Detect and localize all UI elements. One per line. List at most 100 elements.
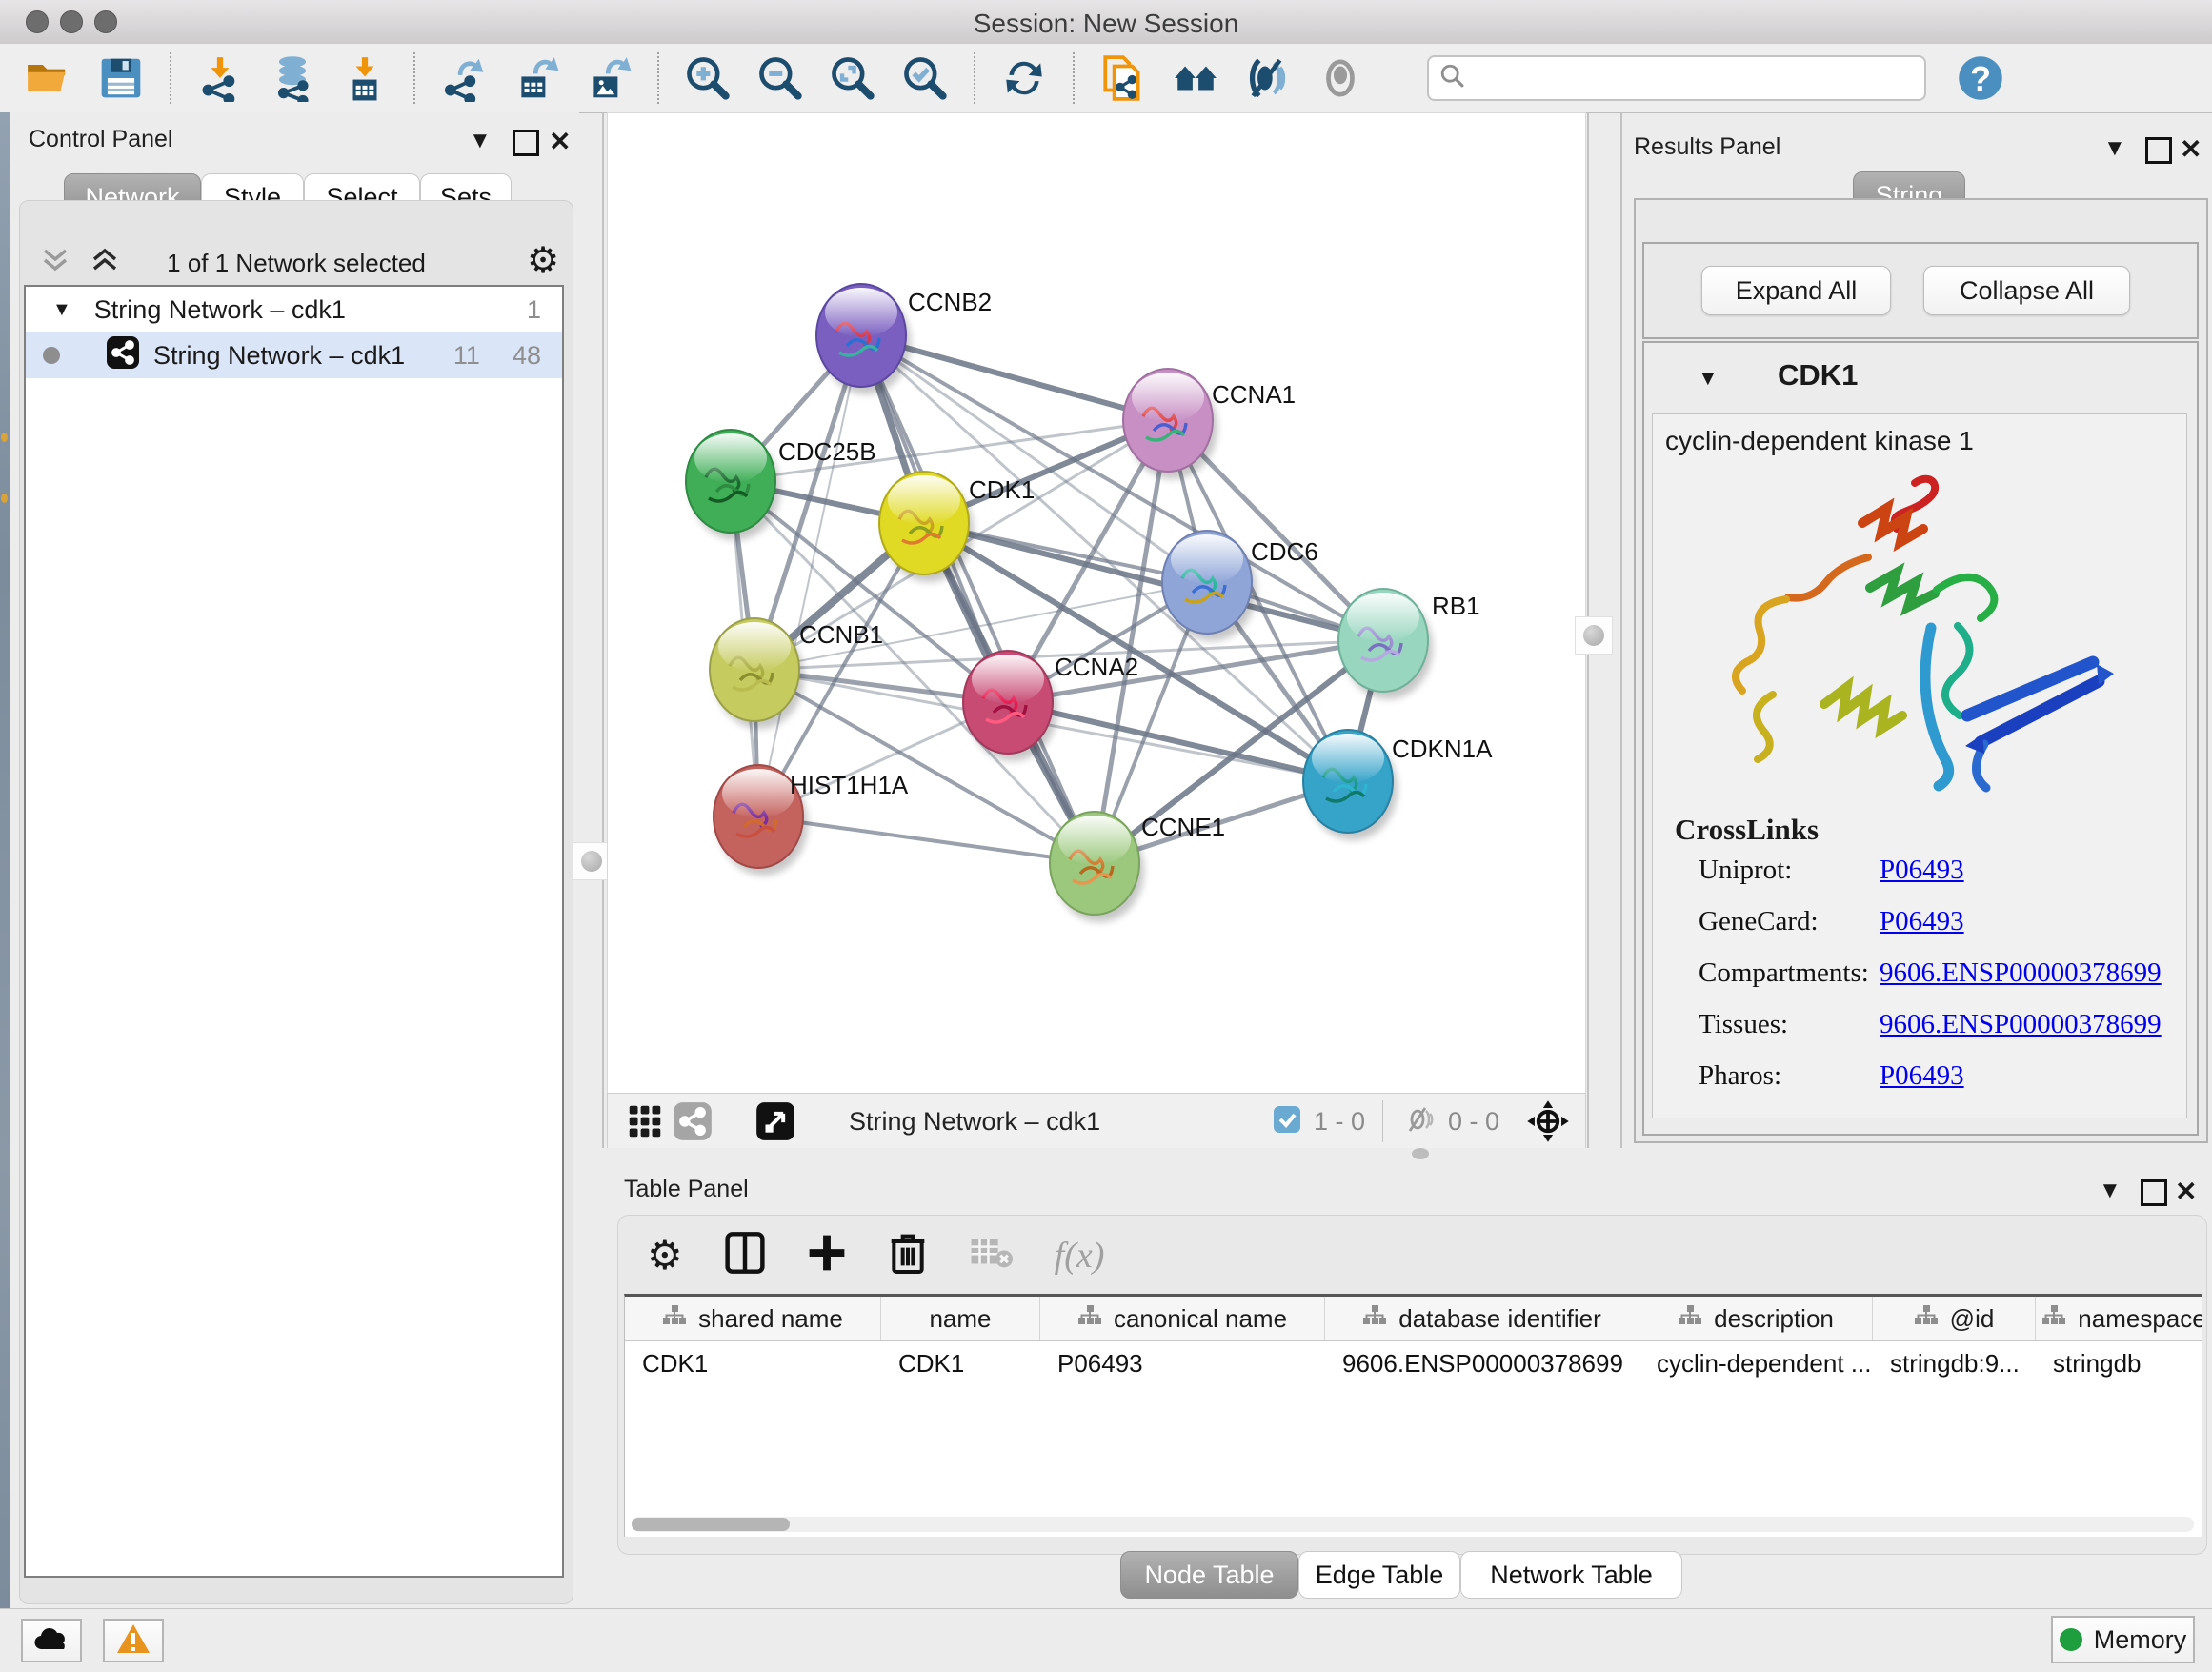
birdseye-view-icon[interactable] — [752, 1098, 799, 1145]
maximize-panel-icon[interactable] — [2141, 1179, 2167, 1206]
node-table[interactable]: shared namenamecanonical namedatabase id… — [624, 1294, 2202, 1537]
node-CDKN1A[interactable] — [1303, 730, 1398, 840]
column-header-database-identifier[interactable]: database identifier — [1325, 1297, 1639, 1340]
table-row[interactable]: CDK1CDK1P064939606.ENSP00000378699cyclin… — [625, 1341, 2202, 1385]
table-horizontal-scrollbar[interactable] — [632, 1517, 2194, 1532]
table-export-icon — [513, 54, 560, 102]
edge-CCNB2-HIST1H1A[interactable] — [758, 335, 861, 816]
network-panel-gear-icon[interactable]: ⚙ — [527, 239, 559, 281]
network-row[interactable]: String Network – cdk1 11 48 — [26, 332, 562, 378]
table-gear-icon[interactable]: ⚙ — [647, 1232, 683, 1279]
node-CDK1[interactable] — [879, 472, 974, 582]
h-splitter-handle[interactable] — [1412, 1148, 1429, 1159]
network-canvas[interactable]: CCNB2CCNA1CDC25BCDK1CDC6RB1CCNB1CCNA2CDK… — [607, 112, 1586, 1095]
network-collection-row[interactable]: ▼ String Network – cdk1 1 — [26, 287, 562, 332]
close-panel-icon[interactable]: ✕ — [2180, 133, 2202, 165]
left-splitter-handle[interactable] — [573, 842, 611, 880]
search-input[interactable] — [1467, 63, 1890, 94]
save-session-button[interactable] — [97, 54, 145, 102]
crosslink-link[interactable]: 9606.ENSP00000378699 — [1880, 1009, 2162, 1040]
hide-selected-button[interactable] — [1244, 54, 1292, 102]
column-header-shared-name[interactable]: shared name — [625, 1297, 881, 1340]
background-window-sliver — [0, 112, 10, 1608]
float-panel-icon[interactable]: ▼ — [469, 128, 492, 154]
cloud-status-button[interactable] — [21, 1619, 82, 1662]
node-CCNA2[interactable] — [963, 651, 1057, 761]
network-share-icon[interactable] — [669, 1098, 716, 1145]
network-view-toolbar: String Network – cdk1 1 - 0 0 - 0 — [607, 1093, 1586, 1150]
tab-network-table[interactable]: Network Table — [1460, 1551, 1682, 1599]
table-cell[interactable]: cyclin-dependent ... — [1639, 1341, 1873, 1385]
zoom-selected-button[interactable] — [901, 54, 949, 102]
zoom-in-button[interactable] — [684, 54, 732, 102]
node-CCNB2[interactable] — [816, 284, 911, 394]
crosslink-link[interactable]: 9606.ENSP00000378699 — [1880, 957, 2162, 989]
warning-status-button[interactable] — [103, 1619, 164, 1662]
scrollbar-thumb[interactable] — [632, 1518, 790, 1531]
grid-view-icon[interactable] — [621, 1098, 669, 1145]
column-header-name[interactable]: name — [881, 1297, 1040, 1340]
node-CCNA1[interactable] — [1123, 369, 1217, 479]
show-all-button[interactable] — [1317, 54, 1364, 102]
control-panel-title: Control Panel — [29, 126, 172, 153]
refresh-button[interactable] — [1000, 54, 1048, 102]
import-network-file-button[interactable] — [196, 54, 244, 102]
column-header-canonical-name[interactable]: canonical name — [1040, 1297, 1325, 1340]
search-field[interactable] — [1427, 55, 1926, 101]
table-cell[interactable]: CDK1 — [881, 1341, 1040, 1385]
node-label-CCNA2: CCNA2 — [1055, 653, 1138, 681]
export-image-button[interactable] — [585, 54, 633, 102]
close-panel-icon[interactable]: ✕ — [549, 126, 571, 157]
import-network-database-button[interactable] — [269, 54, 316, 102]
memory-button[interactable]: Memory — [2051, 1616, 2195, 1663]
delete-column-icon[interactable] — [889, 1231, 927, 1279]
table-cell[interactable]: stringdb — [2036, 1341, 2202, 1385]
network-label: String Network – cdk1 — [153, 341, 405, 371]
open-session-button[interactable] — [25, 54, 72, 102]
maximize-panel-icon[interactable] — [513, 130, 539, 156]
selected-checkbox-icon — [1272, 1104, 1302, 1139]
expand-collapse-arrow-icon[interactable]: ▼ — [52, 299, 71, 321]
edge-CCNA2-CDKN1A[interactable] — [1008, 702, 1348, 781]
import-table-button[interactable] — [341, 54, 389, 102]
export-network-button[interactable] — [440, 54, 488, 102]
float-panel-icon[interactable]: ▼ — [2099, 1178, 2122, 1204]
title-bar: Session: New Session — [0, 0, 2212, 45]
section-collapse-arrow-icon[interactable]: ▼ — [1698, 366, 1719, 391]
table-cell[interactable]: P06493 — [1040, 1341, 1325, 1385]
column-header-namespace[interactable]: namespace — [2036, 1297, 2202, 1340]
maximize-panel-icon[interactable] — [2145, 137, 2172, 164]
collapse-all-button[interactable]: Collapse All — [1923, 266, 2130, 315]
horizontal-splitter[interactable] — [591, 1148, 2212, 1160]
add-column-icon[interactable] — [807, 1232, 847, 1279]
node-CDC25B[interactable] — [686, 430, 780, 540]
new-network-from-selection-button[interactable] — [1099, 54, 1147, 102]
tab-node-table[interactable]: Node Table — [1120, 1551, 1298, 1599]
show-columns-icon[interactable] — [725, 1231, 765, 1279]
protein-structure-image — [1681, 466, 2129, 818]
table-cell[interactable]: 9606.ENSP00000378699 — [1325, 1341, 1639, 1385]
crosshair-icon[interactable] — [1524, 1098, 1572, 1145]
crosslink-link[interactable]: P06493 — [1880, 855, 1964, 886]
export-table-button[interactable] — [513, 54, 560, 102]
first-neighbors-button[interactable] — [1172, 54, 1219, 102]
crosslink-link[interactable]: P06493 — [1880, 906, 1964, 937]
expand-all-button[interactable]: Expand All — [1701, 266, 1891, 315]
node-RB1[interactable] — [1338, 589, 1433, 699]
column-header-@id[interactable]: @id — [1873, 1297, 2036, 1340]
zoom-fit-button[interactable] — [829, 54, 876, 102]
zoom-out-button[interactable] — [756, 54, 804, 102]
svg-text:?: ? — [1970, 60, 1991, 98]
float-panel-icon[interactable]: ▼ — [2103, 135, 2126, 162]
help-button[interactable]: ? — [1957, 54, 2004, 102]
node-CCNE1[interactable] — [1050, 812, 1144, 922]
tab-edge-table[interactable]: Edge Table — [1298, 1551, 1460, 1599]
edge-CCNE1-HIST1H1A[interactable] — [758, 816, 1095, 863]
table-cell[interactable]: stringdb:9... — [1873, 1341, 2036, 1385]
crosslink-link[interactable]: P06493 — [1880, 1060, 1964, 1092]
network-graph[interactable]: CCNB2CCNA1CDC25BCDK1CDC6RB1CCNB1CCNA2CDK… — [608, 113, 1585, 1094]
table-cell[interactable]: CDK1 — [625, 1341, 881, 1385]
column-header-description[interactable]: description — [1639, 1297, 1873, 1340]
close-panel-icon[interactable]: ✕ — [2175, 1176, 2197, 1207]
right-splitter-handle[interactable] — [1575, 616, 1613, 655]
